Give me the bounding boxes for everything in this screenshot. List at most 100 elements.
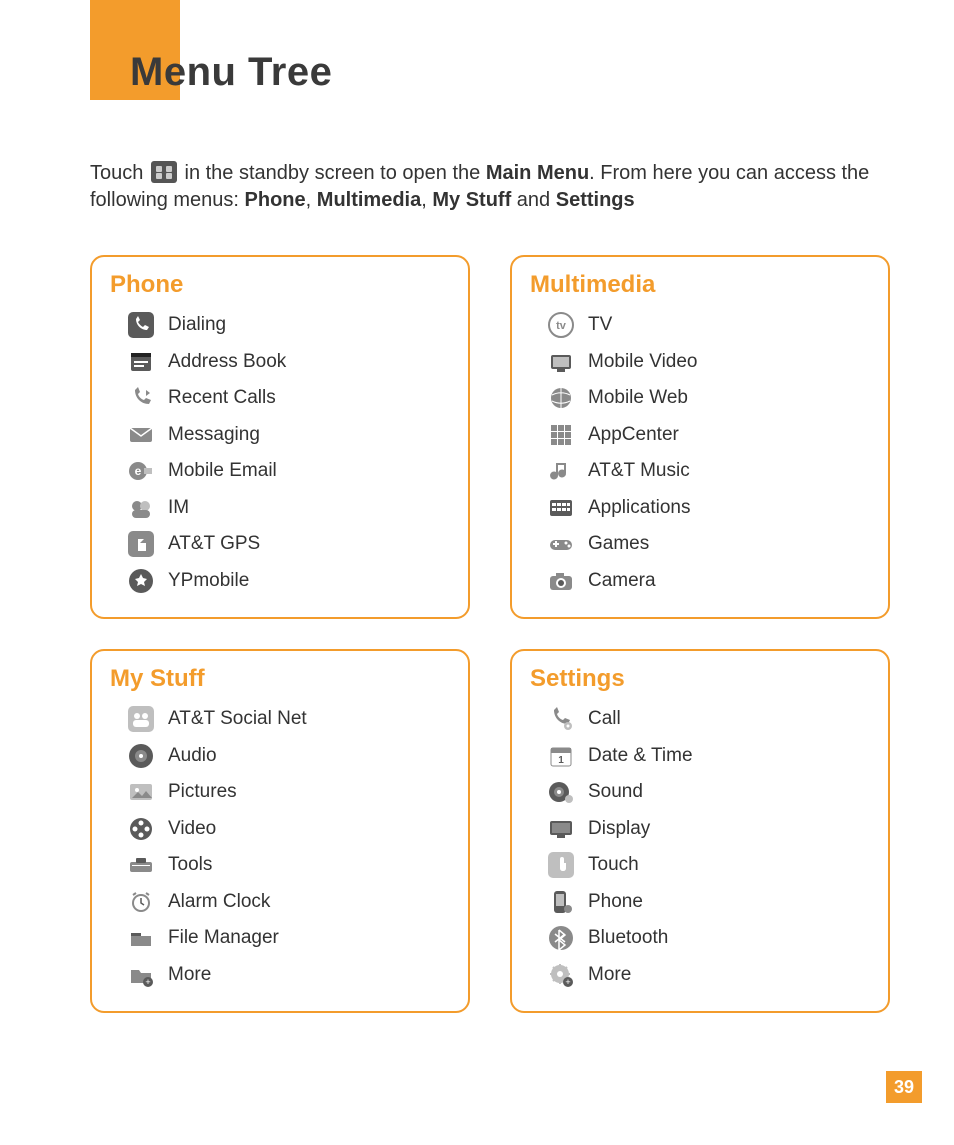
list-item: Display <box>548 811 870 848</box>
phone-icon <box>128 312 154 338</box>
calendar-icon: 1 <box>548 743 574 769</box>
reel-icon <box>128 816 154 842</box>
list-item-label: Audio <box>168 742 217 771</box>
list-item-label: AppCenter <box>588 421 679 450</box>
web-icon <box>548 385 574 411</box>
list-item-label: Video <box>168 815 216 844</box>
list-item: Tools <box>128 847 450 884</box>
list-settings: Call 1 Date & Time Sound Display Touch Phone Bl… <box>530 701 870 993</box>
list-item: + More <box>548 957 870 994</box>
list-item-label: Recent Calls <box>168 384 276 413</box>
list-item: IM <box>128 490 450 527</box>
list-item-label: Mobile Web <box>588 384 688 413</box>
card-mystuff: My Stuff AT&T Social Net Audio Pictures Vid… <box>90 649 470 1013</box>
list-item-label: AT&T GPS <box>168 530 260 559</box>
list-item-label: Sound <box>588 778 643 807</box>
list-item-label: TV <box>588 311 612 340</box>
tools-icon <box>128 852 154 878</box>
svg-text:1: 1 <box>558 755 564 766</box>
card-settings: Settings Call 1 Date & Time Sound Display Tou… <box>510 649 890 1013</box>
appcenter-icon <box>548 422 574 448</box>
list-item: Alarm Clock <box>128 884 450 921</box>
main-menu-icon <box>151 161 177 183</box>
list-item: Bluetooth <box>548 920 870 957</box>
list-item-label: Applications <box>588 494 690 523</box>
list-item-label: Address Book <box>168 348 286 377</box>
list-item-label: Camera <box>588 567 656 596</box>
list-mystuff: AT&T Social Net Audio Pictures Video Tools Al… <box>110 701 450 993</box>
svg-text:+: + <box>145 977 150 987</box>
list-item: Dialing <box>128 307 450 344</box>
list-item-label: More <box>168 961 211 990</box>
sound-icon <box>548 779 574 805</box>
list-item-label: Dialing <box>168 311 226 340</box>
intro-text: Touch in the standby screen to open the … <box>90 160 870 214</box>
moreset-icon: + <box>548 962 574 988</box>
list-item: YPmobile <box>128 563 450 600</box>
menu-grid: Phone Dialing Address Book Recent Calls Mes… <box>90 255 890 1013</box>
touch-icon <box>548 852 574 878</box>
list-item: AppCenter <box>548 417 870 454</box>
list-item: Audio <box>128 738 450 775</box>
email-icon: e <box>128 458 154 484</box>
list-item-label: Mobile Video <box>588 348 698 377</box>
camera-icon <box>548 568 574 594</box>
list-item: e Mobile Email <box>128 453 450 490</box>
list-item: Games <box>548 526 870 563</box>
list-item-label: IM <box>168 494 189 523</box>
list-item-label: Messaging <box>168 421 260 450</box>
apps-icon <box>548 495 574 521</box>
recent-icon <box>128 385 154 411</box>
social-icon <box>128 706 154 732</box>
list-item-label: Tools <box>168 851 212 880</box>
list-item-label: Bluetooth <box>588 924 668 953</box>
list-item-label: Display <box>588 815 650 844</box>
list-item: Video <box>128 811 450 848</box>
card-title-settings: Settings <box>530 665 870 693</box>
list-item: AT&T Social Net <box>128 701 450 738</box>
list-item: Touch <box>548 847 870 884</box>
bluetooth-icon <box>548 925 574 951</box>
card-title-phone: Phone <box>110 271 450 299</box>
list-item: Camera <box>548 563 870 600</box>
page-title: Menu Tree <box>130 50 332 95</box>
list-item-label: AT&T Music <box>588 457 690 486</box>
card-title-mystuff: My Stuff <box>110 665 450 693</box>
callset-icon <box>548 706 574 732</box>
list-item-label: Mobile Email <box>168 457 277 486</box>
list-phone: Dialing Address Book Recent Calls Messaging… <box>110 307 450 599</box>
audio-icon <box>128 743 154 769</box>
list-item: AT&T Music <box>548 453 870 490</box>
phoneset-icon <box>548 889 574 915</box>
list-item-label: Call <box>588 705 621 734</box>
im-icon <box>128 495 154 521</box>
list-item: File Manager <box>128 920 450 957</box>
list-item-label: AT&T Social Net <box>168 705 307 734</box>
list-item-label: More <box>588 961 631 990</box>
list-item-label: File Manager <box>168 924 279 953</box>
page-number: 39 <box>886 1071 922 1103</box>
card-phone: Phone Dialing Address Book Recent Calls Mes… <box>90 255 470 619</box>
list-item-label: Touch <box>588 851 639 880</box>
list-item-label: YPmobile <box>168 567 249 596</box>
list-item: Pictures <box>128 774 450 811</box>
folder-icon <box>128 925 154 951</box>
list-item: Mobile Video <box>548 344 870 381</box>
alarm-icon <box>128 889 154 915</box>
list-multimedia: tvTV Mobile Video Mobile Web AppCenter AT&T … <box>530 307 870 599</box>
list-item: Address Book <box>128 344 450 381</box>
list-item-label: Date & Time <box>588 742 693 771</box>
display-icon <box>548 816 574 842</box>
list-item: Messaging <box>128 417 450 454</box>
list-item: tvTV <box>548 307 870 344</box>
book-icon <box>128 349 154 375</box>
svg-text:+: + <box>565 977 570 987</box>
list-item: Mobile Web <box>548 380 870 417</box>
list-item-label: Games <box>588 530 649 559</box>
gps-icon <box>128 531 154 557</box>
list-item: Applications <box>548 490 870 527</box>
music-icon <box>548 458 574 484</box>
card-title-multimedia: Multimedia <box>530 271 870 299</box>
list-item-label: Alarm Clock <box>168 888 270 917</box>
list-item: Phone <box>548 884 870 921</box>
